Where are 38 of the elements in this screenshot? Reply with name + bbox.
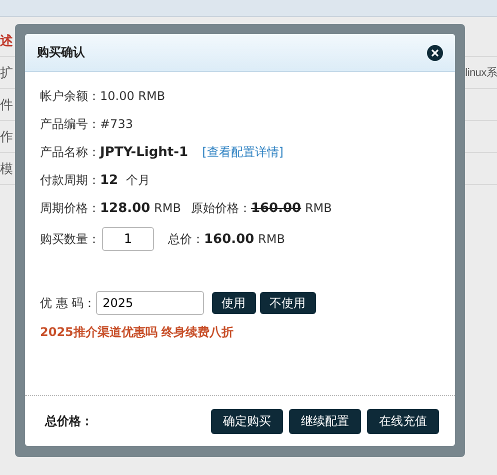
coupon-button[interactable]: 不使用 <box>260 292 316 314</box>
promo-notice: 2025推介渠道优惠吗 终身续费八折 <box>40 324 235 341</box>
page-label: 作 <box>0 128 13 146</box>
total-price: 160.00 <box>204 232 254 246</box>
action-button[interactable]: 在线充值 <box>367 408 439 434</box>
page-label: 扩 <box>0 64 13 82</box>
currency-unit: RMB <box>304 201 332 215</box>
field-label: 产品名称： <box>40 144 100 158</box>
balance-value: 10.00 RMB <box>100 89 166 103</box>
field-label: 周期价格： <box>40 200 100 216</box>
currency-unit: RMB <box>258 232 285 246</box>
page-label: 件 <box>0 96 13 114</box>
product-name: JPTY-Light-1 <box>100 144 188 160</box>
action-button[interactable]: 继续配置 <box>289 408 361 434</box>
period-value: 12 <box>100 172 118 188</box>
page-text: linux系 <box>465 66 497 80</box>
page-label: 述 <box>0 32 13 50</box>
field-label: 产品编号： <box>40 116 100 132</box>
period-price: 128.00 <box>100 200 150 216</box>
config-details-link[interactable]: [查看配置详情] <box>202 144 284 160</box>
coupon-field[interactable]: 2025 <box>96 291 204 315</box>
field-label: 原始价格： <box>190 200 251 216</box>
total-label: 总价格： <box>45 412 94 430</box>
action-button[interactable]: 确定购买 <box>211 408 283 434</box>
product-number: #733 <box>100 117 133 131</box>
field-label: 购买数量： <box>40 230 100 248</box>
field-label: 优 惠 码： <box>40 294 96 312</box>
currency-unit: RMB <box>154 201 181 215</box>
original-price: 160.00 <box>250 200 302 216</box>
period-unit: 个月 <box>126 172 150 188</box>
close-icon[interactable] <box>427 44 443 60</box>
field-label: 付款周期： <box>40 172 100 188</box>
quantity-field[interactable]: 1 <box>102 227 154 251</box>
field-label: 帐户余额： <box>40 88 100 104</box>
coupon-button[interactable]: 使用 <box>212 292 256 314</box>
field-label: 总价： <box>168 230 204 248</box>
page-label: 模 <box>0 160 13 178</box>
dialog-title: 购买确认 <box>37 44 85 61</box>
